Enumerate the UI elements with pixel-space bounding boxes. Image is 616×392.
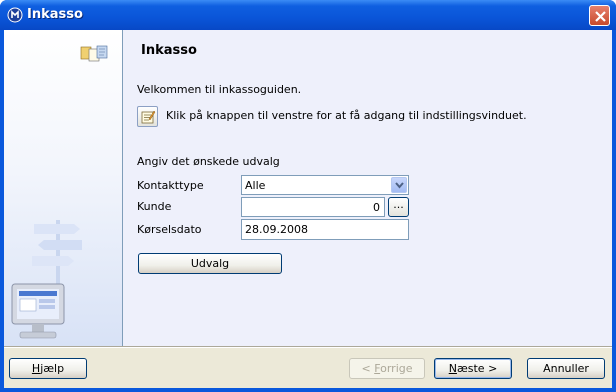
app-icon <box>7 7 23 23</box>
settings-icon <box>141 110 156 124</box>
welcome-text: Velkommen til inkassoguiden. <box>137 83 302 96</box>
korselsdato-value: 28.09.2008 <box>245 223 308 236</box>
page-title: Inkasso <box>141 43 197 58</box>
settings-hint-text: Klik på knappen til venstre for at få ad… <box>166 109 527 122</box>
kunde-value: 0 <box>373 201 380 214</box>
next-button[interactable]: Næste > <box>434 358 512 379</box>
cancel-button[interactable]: Annuller <box>527 358 605 379</box>
kunde-lookup-button[interactable]: ... <box>388 197 409 217</box>
dialog-window: Inkasso Inkasso Velkommen til inkassogui… <box>0 0 616 392</box>
close-icon <box>595 11 606 22</box>
korselsdato-label: Kørselsdato <box>137 223 202 236</box>
back-button[interactable]: < Forrige <box>349 358 425 379</box>
bottom-separator <box>4 346 612 348</box>
settings-button[interactable] <box>137 106 158 127</box>
monitor-illustration <box>11 283 65 339</box>
kunde-label: Kunde <box>137 200 172 213</box>
next-label-rest: æste > <box>456 362 498 375</box>
close-button[interactable] <box>589 5 610 26</box>
help-label-rest: jælp <box>40 362 65 375</box>
back-prefix: < <box>361 362 375 375</box>
korselsdato-input[interactable]: 28.09.2008 <box>241 219 409 240</box>
section-label: Angiv det ønskede udvalg <box>137 155 280 168</box>
dialog-client: Inkasso Velkommen til inkassoguiden. Kli… <box>4 30 612 388</box>
wizard-page: Inkasso Velkommen til inkassoguiden. Kli… <box>123 30 612 346</box>
wizard-banner <box>4 30 122 346</box>
chevron-down-icon <box>395 182 404 189</box>
title-bar[interactable]: Inkasso <box>0 0 616 30</box>
kontakttype-value: Alle <box>245 179 266 192</box>
next-mnemonic: N <box>448 362 457 375</box>
kontakttype-select[interactable]: Alle <box>241 175 409 195</box>
help-button[interactable]: Hjælp <box>9 358 87 379</box>
window-title: Inkasso <box>27 7 83 22</box>
back-label-rest: orrige <box>380 362 413 375</box>
help-mnemonic: H <box>31 362 41 375</box>
kunde-input[interactable]: 0 <box>241 197 385 217</box>
wizard-logo-icon <box>80 45 108 62</box>
udvalg-button[interactable]: Udvalg <box>138 253 282 274</box>
signpost-illustration <box>32 220 82 290</box>
kontakttype-label: Kontakttype <box>137 179 204 192</box>
kontakttype-dropdown-button[interactable] <box>391 177 407 193</box>
